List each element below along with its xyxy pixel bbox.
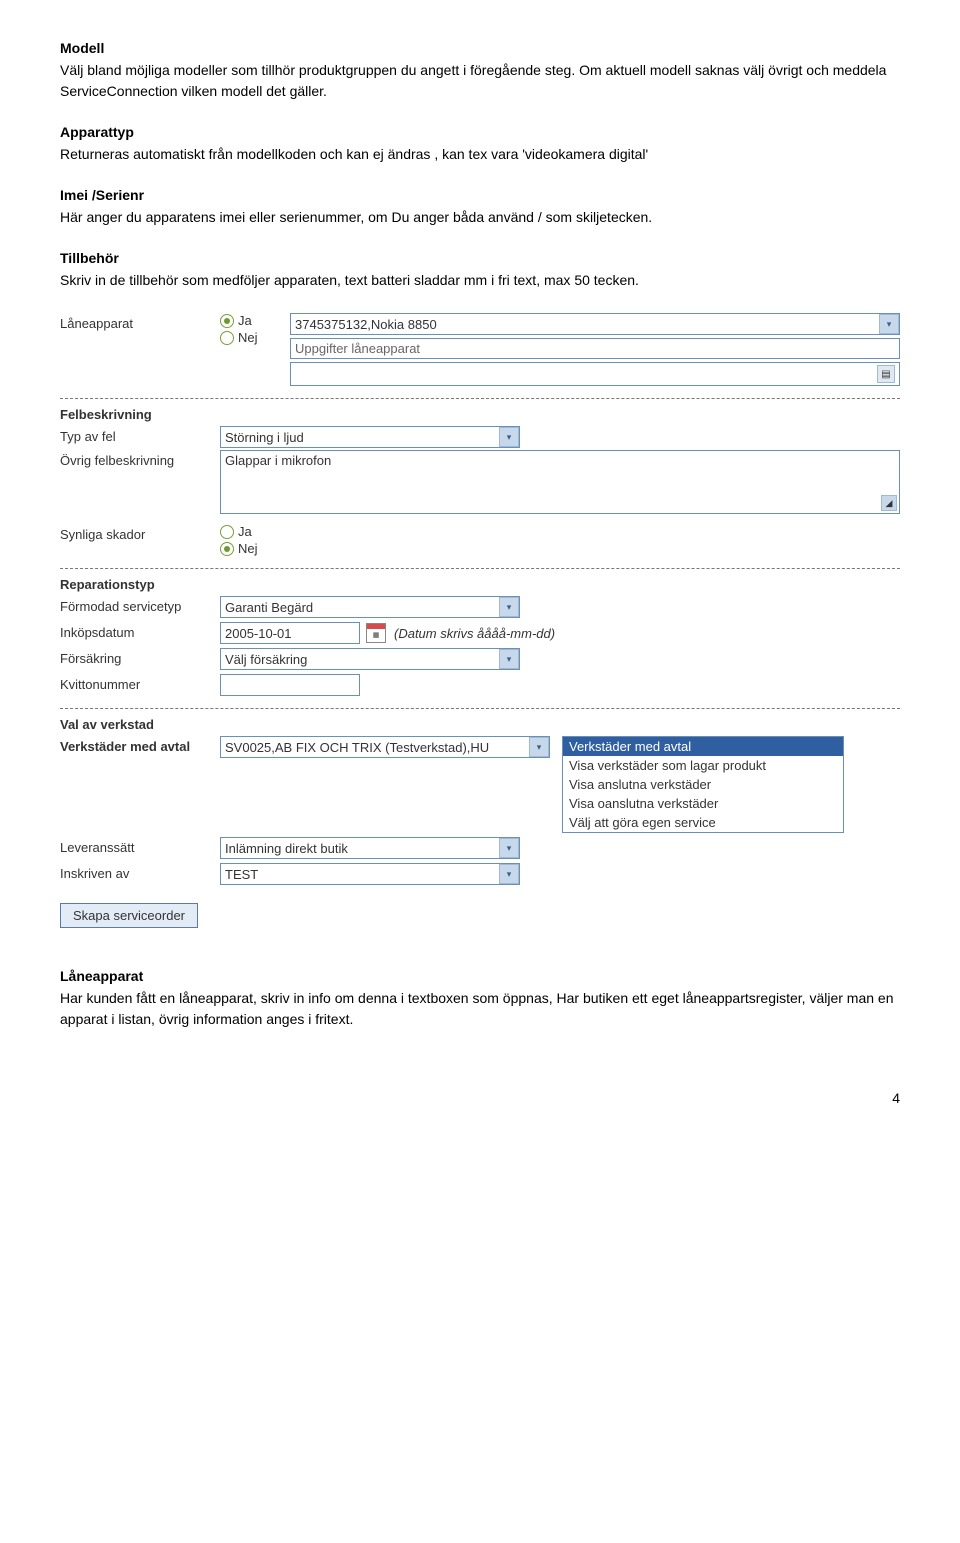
chevron-down-icon: ▾ [529,737,549,757]
picker-icon[interactable]: ▤ [877,365,895,383]
form-screenshot: Låneapparat Ja Nej 3745375132,Nokia 8850… [60,313,900,928]
heading-apparattyp: Apparattyp [60,124,900,140]
synliga-radio-no[interactable]: Nej [220,541,290,556]
ovrig-fel-textarea[interactable]: Glappar i mikrofon ◢ [220,450,900,514]
list-item[interactable]: Välj att göra egen service [563,813,843,832]
inkopsdatum-input[interactable]: 2005-10-01 [220,622,360,644]
loan-yes-label: Ja [238,313,252,328]
resize-handle-icon[interactable]: ◢ [881,495,897,511]
ovrig-fel-value: Glappar i mikrofon [225,453,331,468]
loan-device-value: 3745375132,Nokia 8850 [295,317,437,332]
inskriven-av-value: TEST [225,867,258,882]
divider [60,568,900,569]
formodad-label: Förmodad servicetyp [60,596,220,614]
leveranssatt-select[interactable]: Inlämning direkt butik ▾ [220,837,520,859]
typ-av-fel-label: Typ av fel [60,426,220,444]
loan-info-input[interactable]: ▤ [290,362,900,386]
loan-desc-readonly: Uppgifter låneapparat [290,338,900,359]
reparationstyp-heading: Reparationstyp [60,577,900,592]
loan-no-label: Nej [238,330,258,345]
body-laneapparat: Har kunden fått en låneapparat, skriv in… [60,988,900,1030]
chevron-down-icon: ▾ [499,597,519,617]
body-modell: Välj bland möjliga modeller som tillhör … [60,60,900,102]
body-apparattyp: Returneras automatiskt från modellkoden … [60,144,900,165]
forsakring-select[interactable]: Välj försäkring ▾ [220,648,520,670]
leveranssatt-value: Inlämning direkt butik [225,841,348,856]
loan-radio-yes[interactable]: Ja [220,313,290,328]
synliga-skador-label: Synliga skador [60,524,220,542]
verkstad-select[interactable]: SV0025,AB FIX OCH TRIX (Testverkstad),HU… [220,736,550,758]
kvittonummer-label: Kvittonummer [60,674,220,692]
heading-tillbehor: Tillbehör [60,250,900,266]
ovrig-fel-label: Övrig felbeskrivning [60,450,220,468]
loan-label: Låneapparat [60,313,220,331]
skapa-serviceorder-button[interactable]: Skapa serviceorder [60,903,198,928]
synliga-radio-yes[interactable]: Ja [220,524,290,539]
body-tillbehor: Skriv in de tillbehör som medföljer appa… [60,270,900,291]
loan-device-select[interactable]: 3745375132,Nokia 8850 ▾ [290,313,900,335]
page-number: 4 [60,1090,900,1106]
heading-laneapparat: Låneapparat [60,968,900,984]
inkopsdatum-value: 2005-10-01 [225,626,292,641]
verkstad-value: SV0025,AB FIX OCH TRIX (Testverkstad),HU [225,740,489,755]
typ-av-fel-select[interactable]: Störning i ljud ▾ [220,426,520,448]
list-item[interactable]: Visa verkstäder som lagar produkt [563,756,843,775]
inskriven-av-label: Inskriven av [60,863,220,881]
list-item[interactable]: Verkstäder med avtal [563,737,843,756]
loan-desc-placeholder: Uppgifter låneapparat [295,341,420,356]
inskriven-av-select[interactable]: TEST ▾ [220,863,520,885]
forsakring-value: Välj försäkring [225,652,307,667]
list-item[interactable]: Visa oanslutna verkstäder [563,794,843,813]
synliga-no-label: Nej [238,541,258,556]
calendar-icon[interactable]: ▦ [366,623,386,643]
heading-modell: Modell [60,40,900,56]
chevron-down-icon: ▾ [499,838,519,858]
leveranssatt-label: Leveranssätt [60,837,220,855]
divider [60,398,900,399]
chevron-down-icon: ▾ [499,427,519,447]
typ-av-fel-value: Störning i ljud [225,430,304,445]
synliga-yes-label: Ja [238,524,252,539]
kvittonummer-input[interactable] [220,674,360,696]
chevron-down-icon: ▾ [499,649,519,669]
divider [60,708,900,709]
verkstad-filter-listbox[interactable]: Verkstäder med avtal Visa verkstäder som… [562,736,844,833]
chevron-down-icon: ▾ [499,864,519,884]
radio-selected-icon [220,542,234,556]
inkopsdatum-note: (Datum skrivs åååå-mm-dd) [394,626,555,641]
chevron-down-icon: ▾ [879,314,899,334]
felbeskrivning-heading: Felbeskrivning [60,407,900,422]
forsakring-label: Försäkring [60,648,220,666]
inkopsdatum-label: Inköpsdatum [60,622,220,640]
radio-selected-icon [220,314,234,328]
list-item[interactable]: Visa anslutna verkstäder [563,775,843,794]
val-av-verkstad-heading: Val av verkstad [60,717,900,732]
heading-imei: Imei /Serienr [60,187,900,203]
body-imei: Här anger du apparatens imei eller serie… [60,207,900,228]
radio-icon [220,331,234,345]
loan-radio-no[interactable]: Nej [220,330,290,345]
verkstader-avtal-label: Verkstäder med avtal [60,736,220,754]
formodad-value: Garanti Begärd [225,600,313,615]
formodad-select[interactable]: Garanti Begärd ▾ [220,596,520,618]
radio-icon [220,525,234,539]
